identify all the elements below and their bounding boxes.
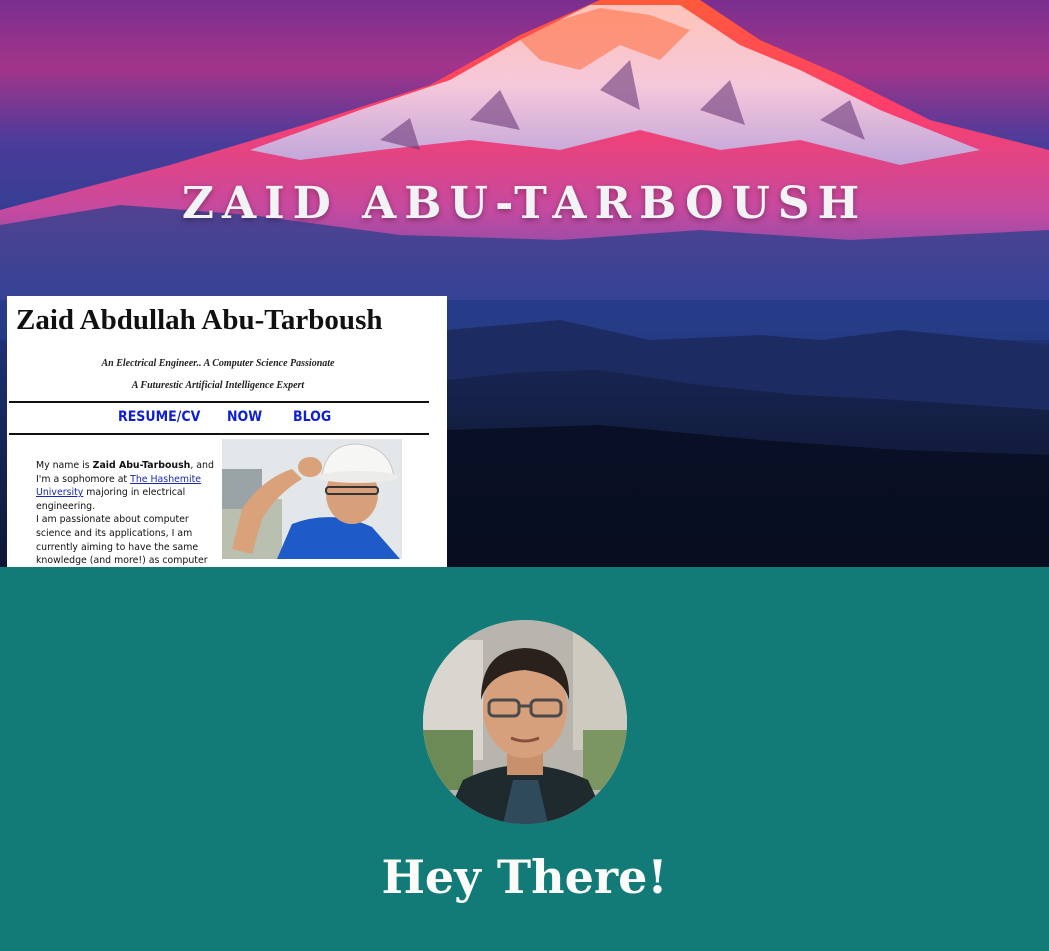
old-website-screenshot: Zaid Abdullah Abu-Tarboush An Electrical… — [7, 296, 447, 567]
profile-photo-hardhat — [222, 439, 402, 559]
intro-section: Hey There! — [0, 567, 1049, 951]
bio-name: Zaid Abu-Tarboush — [92, 460, 191, 471]
old-site-tagline-2: A Futurestic Artificial Intelligence Exp… — [131, 380, 305, 391]
bio-paragraph: My name is Zaid Abu-Tarboush, and I'm a … — [36, 459, 220, 567]
nav-link-blog[interactable]: BLOG — [293, 409, 331, 425]
old-site-name: Zaid Abdullah Abu-Tarboush — [16, 304, 383, 336]
profile-portrait-image — [423, 620, 627, 824]
nav-link-resume[interactable]: RESUME/CV — [118, 409, 200, 425]
old-site-tagline-1: An Electrical Engineer.. A Computer Scie… — [101, 358, 335, 369]
bio-text: I am passionate about computer science a… — [36, 514, 208, 567]
greeting-heading: Hey There! — [381, 850, 668, 904]
hero-title: ZAID ABU-TARBOUSH — [181, 178, 868, 229]
avatar — [423, 620, 627, 824]
nav-link-now[interactable]: NOW — [227, 409, 262, 425]
hero-banner: ZAID ABU-TARBOUSH Zaid Abdullah Abu-Tarb… — [0, 0, 1049, 567]
bio-text: My name is — [36, 460, 93, 471]
divider — [9, 433, 429, 435]
divider — [9, 401, 429, 403]
